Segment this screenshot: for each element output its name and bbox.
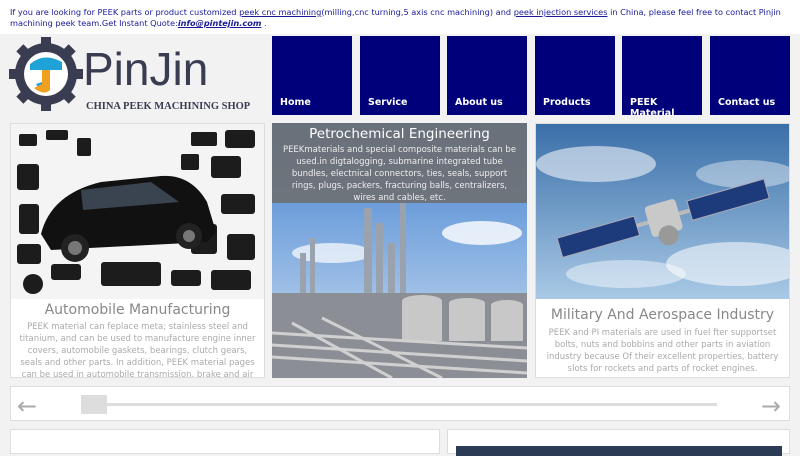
site-logo[interactable]: PinJin CHINA PEEK MACHINING SHOP [8,36,263,116]
peek-cnc-machining-link[interactable]: peek cnc machining [239,7,321,17]
card-petrochemical[interactable]: Petrochemical Engineering PEEKmaterials … [272,123,527,378]
content-image [456,446,782,456]
top-info-bar: If you are looking for PEEK parts or pro… [0,0,800,34]
card-text: PEEKmaterials and special composite mate… [282,145,517,203]
next-arrow-icon[interactable]: → [761,392,781,420]
scroll-track[interactable] [107,403,717,406]
car-parts-image [11,124,264,299]
info-text: . [261,18,267,28]
scroll-thumb[interactable] [81,395,107,414]
nav-home[interactable]: Home [272,36,352,115]
pinjin-logo-icon: PinJin CHINA PEEK MACHINING SHOP [9,37,251,112]
info-text: If you are looking for PEEK parts or pro… [10,7,240,17]
info-text: (milling,cnc turning,5 axis cnc machinin… [321,7,514,17]
nav-products[interactable]: Products [535,36,615,115]
content-box-left [10,429,440,454]
email-link[interactable]: info@pintejin.com [178,18,262,28]
carousel-scrollbar[interactable]: ← → [10,386,790,421]
card-automobile[interactable]: Automobile Manufacturing PEEK material c… [10,123,265,378]
logo-tagline: CHINA PEEK MACHINING SHOP [86,101,251,112]
card-title: Petrochemical Engineering [309,126,490,142]
card-title: Military And Aerospace Industry [550,307,775,323]
content-box-right [447,429,790,456]
card-title: Automobile Manufacturing [44,302,231,318]
prev-arrow-icon[interactable]: ← [17,392,37,420]
card-text: PEEK material can feplace meta; stainles… [19,322,256,378]
peek-injection-services-link[interactable]: peek injection services [514,7,608,17]
nav-about-us[interactable]: About us [447,36,527,115]
nav-peek-material[interactable]: PEEK Material [622,36,702,119]
logo-name: PinJin [83,43,208,95]
nav-service[interactable]: Service [360,36,440,115]
card-overlay: Petrochemical Engineering PEEKmaterials … [272,123,527,203]
nav-contact-us[interactable]: Contact us [710,36,790,115]
card-aerospace[interactable]: Military And Aerospace Industry PEEK and… [535,123,790,378]
satellite-image [536,124,789,299]
card-text: PEEK and PI materials are used in fuel f… [546,328,779,374]
